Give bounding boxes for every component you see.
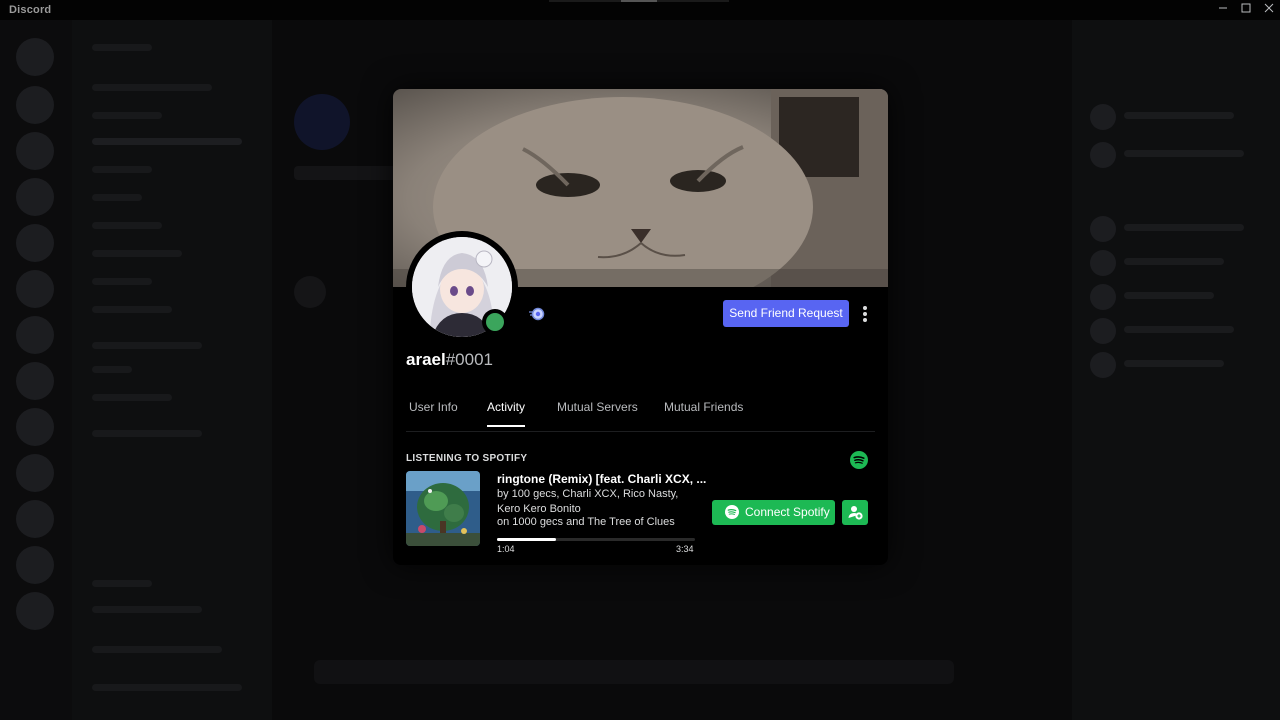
listen-along-button[interactable]: [842, 500, 868, 525]
user-profile-modal: Send Friend Request arael#0001 User Info…: [393, 89, 888, 565]
send-friend-request-button[interactable]: Send Friend Request: [723, 300, 849, 327]
tab-user-info[interactable]: User Info: [409, 400, 458, 425]
track-progress-bar: [497, 538, 695, 541]
spotify-icon: [725, 505, 739, 519]
tab-mutual-servers[interactable]: Mutual Servers: [557, 400, 638, 425]
drag-handle[interactable]: [621, 0, 657, 2]
tab-mutual-friends[interactable]: Mutual Friends: [664, 400, 743, 425]
track-artist[interactable]: by 100 gecs, Charli XCX, Rico Nasty, Ker…: [497, 487, 697, 516]
maximize-icon[interactable]: [1235, 0, 1257, 20]
username: arael#0001: [406, 350, 493, 370]
app-title: Discord: [9, 4, 52, 16]
more-vertical-icon[interactable]: [855, 301, 875, 326]
username-name: arael: [406, 350, 446, 369]
minimize-icon[interactable]: [1212, 0, 1234, 20]
badge-icon[interactable]: [529, 307, 545, 321]
username-discriminator: #0001: [445, 350, 493, 369]
drag-strip: [549, 0, 729, 2]
profile-tabs: User Info Activity Mutual Servers Mutual…: [406, 393, 875, 432]
add-person-icon: [848, 506, 863, 520]
track-duration: 3:34: [676, 544, 694, 554]
tab-activity[interactable]: Activity: [487, 400, 526, 427]
connect-spotify-button[interactable]: Connect Spotify: [712, 500, 835, 525]
title-bar: Discord: [0, 0, 1280, 20]
track-album[interactable]: on 1000 gecs and The Tree of Clues: [497, 516, 675, 528]
status-online-indicator: [482, 309, 508, 335]
connect-spotify-label: Connect Spotify: [745, 505, 830, 519]
close-icon[interactable]: [1258, 0, 1280, 20]
channel-list: [72, 20, 272, 720]
member-list: [1072, 20, 1280, 720]
track-title[interactable]: ringtone (Remix) [feat. Charli XCX, ...: [497, 472, 706, 486]
server-list: [0, 20, 72, 720]
track-elapsed-time: 1:04: [497, 544, 515, 554]
activity-section-title: LISTENING TO SPOTIFY: [406, 453, 528, 464]
spotify-icon[interactable]: [850, 451, 868, 469]
album-cover[interactable]: [406, 471, 480, 546]
track-progress-fill: [497, 538, 557, 541]
